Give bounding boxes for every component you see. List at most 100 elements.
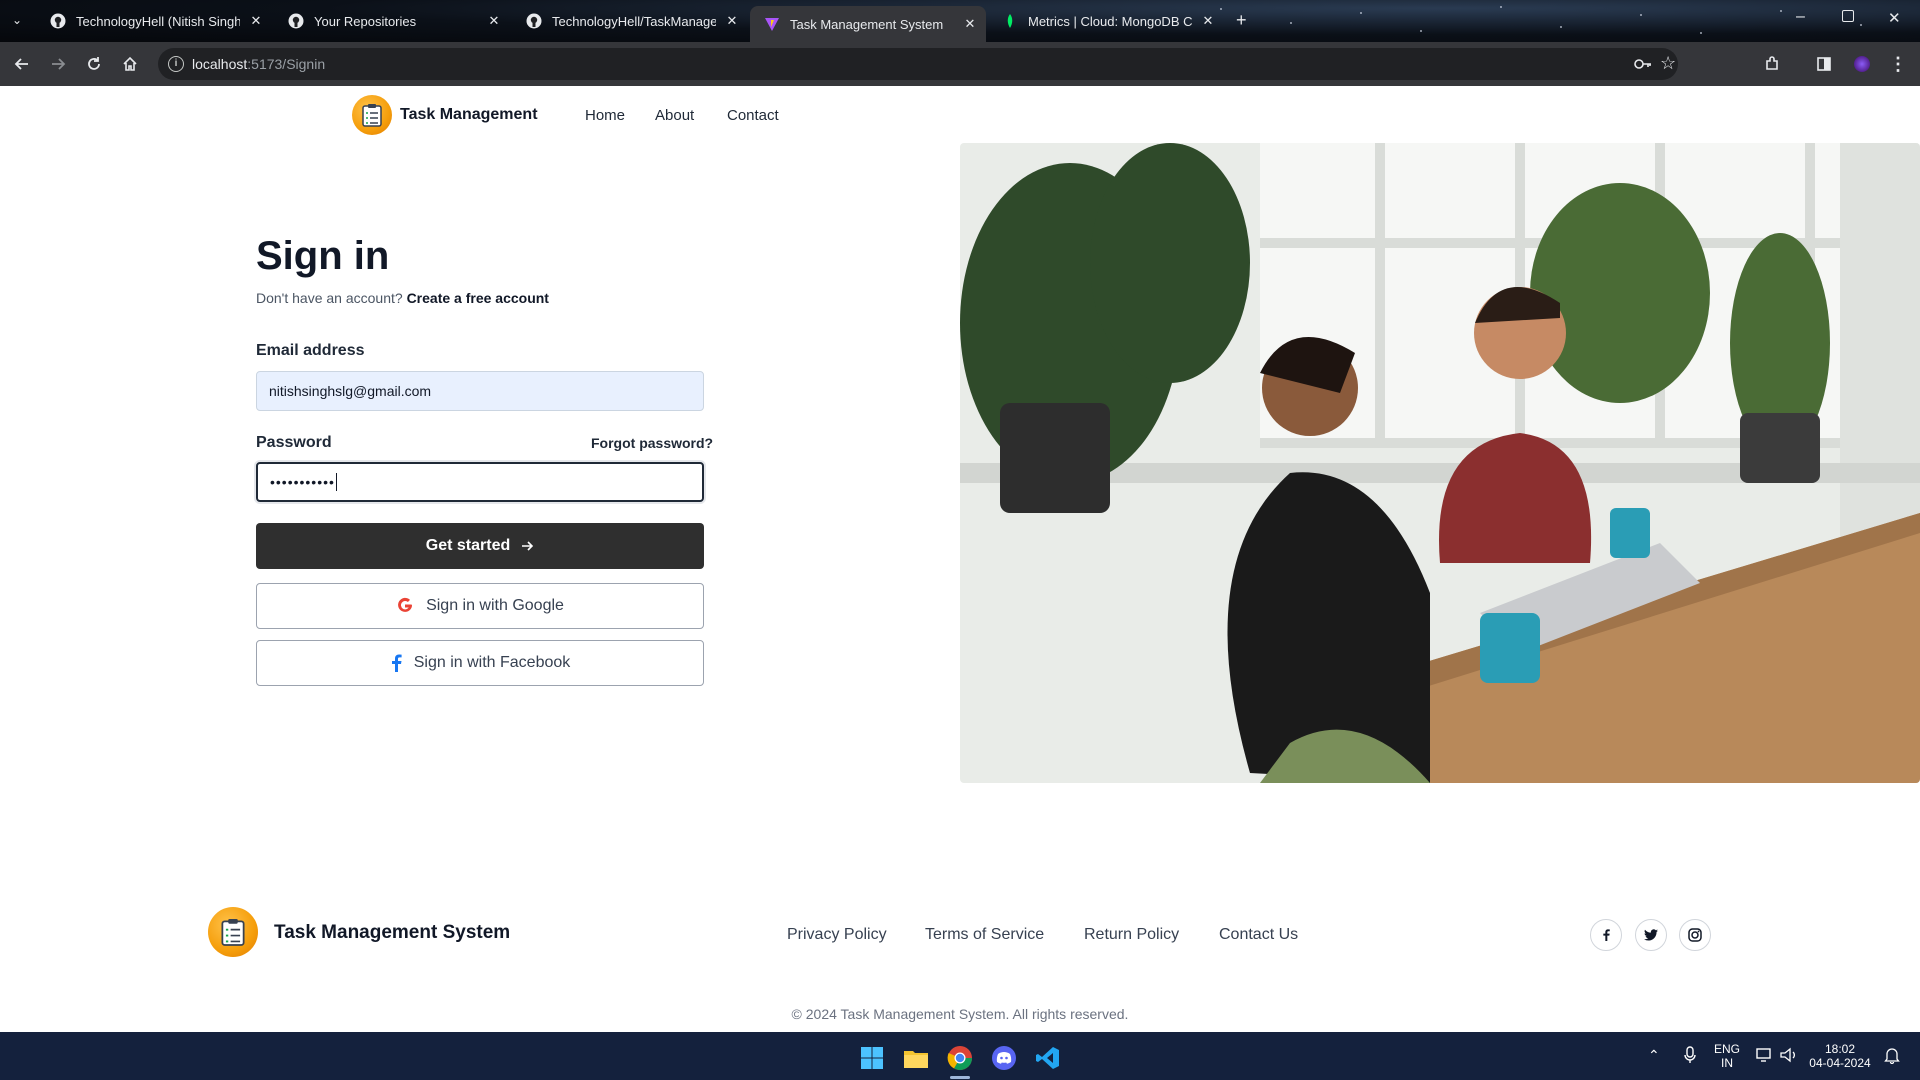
tab-task-management-system[interactable]: Task Management System ✕ (750, 6, 986, 42)
nav-about[interactable]: About (655, 107, 694, 124)
tab-title: Task Management System (790, 16, 944, 32)
microphone-icon[interactable] (1684, 1046, 1696, 1067)
facebook-social-button[interactable] (1590, 919, 1622, 951)
chrome-icon[interactable] (942, 1040, 978, 1076)
twitter-icon (1644, 929, 1658, 941)
vscode-icon[interactable] (1030, 1040, 1066, 1076)
home-icon[interactable] (118, 52, 142, 76)
bookmark-star-icon[interactable]: ☆ (1660, 53, 1676, 74)
tab-title: Your Repositories (314, 13, 417, 29)
instagram-social-button[interactable] (1679, 919, 1711, 951)
profile-avatar[interactable] (1850, 52, 1874, 76)
tab-close-icon[interactable]: ✕ (1200, 13, 1216, 29)
background-star (1560, 26, 1562, 28)
tab-close-icon[interactable]: ✕ (248, 13, 264, 29)
back-icon[interactable] (10, 52, 34, 76)
tab-taskmanagement-repo[interactable]: TechnologyHell/TaskManageme ✕ (512, 6, 748, 36)
new-tab-icon[interactable]: + (1236, 10, 1247, 31)
background-star (1290, 22, 1292, 24)
brand-logo[interactable] (352, 95, 392, 135)
password-field[interactable]: ••••••••••• (256, 462, 704, 502)
text-cursor (335, 473, 337, 491)
language-code: ENG (1714, 1042, 1741, 1056)
email-label: Email address (256, 342, 365, 359)
browser-menu-icon[interactable]: ⋮ (1886, 52, 1910, 76)
forgot-password-link[interactable]: Forgot password? (591, 435, 713, 451)
google-signin-label: Sign in with Google (426, 597, 564, 614)
instagram-icon (1688, 928, 1702, 942)
region-code: IN (1721, 1056, 1733, 1070)
volume-icon[interactable] (1780, 1047, 1798, 1066)
extensions-icon[interactable] (1760, 52, 1784, 76)
tab-close-icon[interactable]: ✕ (962, 16, 978, 32)
contact-us-link[interactable]: Contact Us (1219, 926, 1298, 944)
reload-icon[interactable] (82, 52, 106, 76)
password-value: ••••••••••• (270, 474, 335, 490)
github-icon (526, 13, 542, 29)
clock[interactable]: 18:02 04-04-2024 (1808, 1042, 1872, 1070)
tab-title: TechnologyHell (Nitish Singh) (76, 13, 240, 29)
site-info-icon[interactable]: i (168, 56, 184, 72)
privacy-policy-link[interactable]: Privacy Policy (787, 926, 887, 944)
get-started-button[interactable]: Get started (256, 523, 704, 569)
facebook-signin-button[interactable]: Sign in with Facebook (256, 640, 704, 686)
nav-home[interactable]: Home (585, 107, 625, 124)
create-account-link[interactable]: Create a free account (407, 290, 549, 306)
file-explorer-icon[interactable] (898, 1040, 934, 1076)
windows-taskbar: ⌃ ENG IN 18:02 04-04-2024 (0, 1032, 1920, 1080)
tab-close-icon[interactable]: ✕ (486, 13, 502, 29)
url-host: localhost (192, 56, 248, 72)
footer-brand-name[interactable]: Task Management System (274, 922, 510, 944)
tab-title: TechnologyHell/TaskManageme (552, 13, 716, 29)
clock-date: 04-04-2024 (1809, 1056, 1871, 1070)
browser-tab-bar: ⌄ TechnologyHell (Nitish Singh) ✕ Your R… (0, 0, 1920, 42)
email-value: nitishsinghslg@gmail.com (269, 383, 432, 399)
background-star (1500, 6, 1502, 8)
restore-icon[interactable] (1842, 10, 1854, 22)
background-star (1780, 10, 1782, 12)
google-signin-button[interactable]: Sign in with Google (256, 583, 704, 629)
vite-icon (764, 16, 780, 32)
tab-mongodb-metrics[interactable]: Metrics | Cloud: MongoDB Clou ✕ (988, 6, 1224, 36)
arrow-right-icon (520, 539, 534, 553)
terms-of-service-link[interactable]: Terms of Service (925, 926, 1044, 944)
get-started-label: Get started (425, 537, 511, 554)
tab-your-repositories[interactable]: Your Repositories ✕ (274, 6, 510, 36)
clipboard-icon (221, 919, 245, 946)
side-panel-icon[interactable] (1812, 52, 1836, 76)
address-url[interactable]: localhost:5173/Signin (192, 56, 325, 72)
network-icon[interactable] (1756, 1047, 1774, 1066)
background-star (1420, 30, 1422, 32)
clock-time: 18:02 (1824, 1042, 1856, 1056)
forward-icon[interactable] (46, 52, 70, 76)
language-indicator[interactable]: ENG IN (1714, 1042, 1740, 1070)
password-key-icon[interactable] (1634, 57, 1652, 76)
notification-bell-icon[interactable] (1884, 1046, 1900, 1067)
tab-technologyhell[interactable]: TechnologyHell (Nitish Singh) ✕ (36, 6, 272, 36)
brand-name[interactable]: Task Management (400, 106, 538, 124)
password-label: Password (256, 434, 332, 451)
twitter-social-button[interactable] (1635, 919, 1667, 951)
return-policy-link[interactable]: Return Policy (1084, 926, 1179, 944)
background-star (1640, 14, 1642, 16)
background-star (1860, 24, 1862, 26)
nav-contact[interactable]: Contact (727, 107, 779, 124)
close-window-icon[interactable]: ✕ (1888, 9, 1901, 27)
office-collaboration-illustration (960, 143, 1920, 783)
minimize-icon[interactable]: – (1796, 8, 1805, 26)
address-bar[interactable]: i localhost:5173/Signin ☆ (158, 48, 1678, 80)
facebook-icon (1603, 929, 1610, 941)
show-hidden-icons-icon[interactable]: ⌃ (1648, 1048, 1660, 1062)
tab-close-icon[interactable]: ✕ (724, 13, 740, 29)
email-field[interactable]: nitishsinghslg@gmail.com (256, 371, 704, 411)
footer-logo[interactable] (208, 907, 258, 957)
signup-prompt: Don't have an account? Create a free acc… (256, 290, 549, 306)
discord-icon[interactable] (986, 1040, 1022, 1076)
facebook-signin-label: Sign in with Facebook (413, 654, 571, 671)
tab-search-chevron-icon[interactable]: ⌄ (12, 13, 22, 27)
github-icon (288, 13, 304, 29)
facebook-icon (390, 654, 402, 672)
tab-title: Metrics | Cloud: MongoDB Clou (1028, 13, 1192, 29)
windows-start-icon[interactable] (854, 1040, 890, 1076)
mongodb-leaf-icon (1002, 13, 1018, 29)
